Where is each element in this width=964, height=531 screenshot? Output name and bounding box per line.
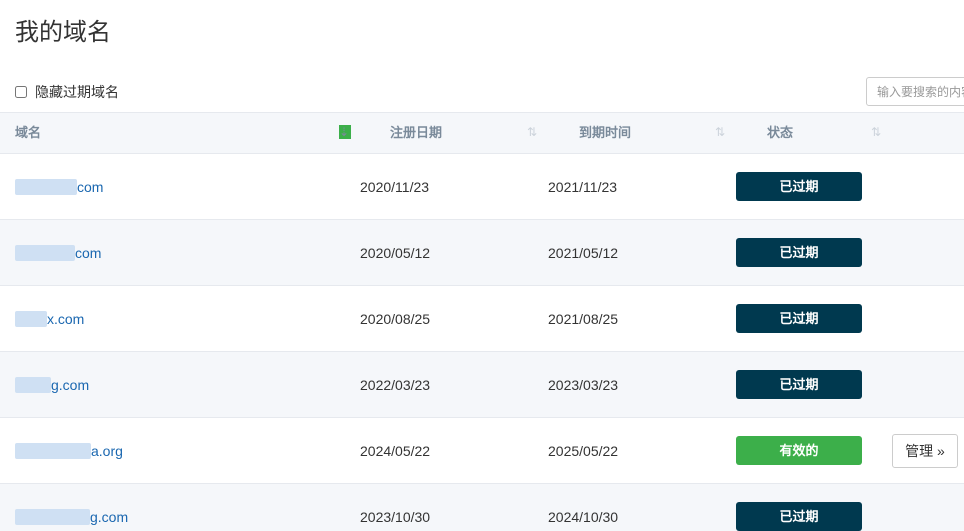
registered-date: 2020/11/23 [360,179,430,195]
column-header-domain[interactable]: 域名 [15,113,41,153]
expiry-date: 2021/11/23 [548,179,618,195]
domain-link[interactable]: g.com [15,377,89,394]
status-badge: 已过期 [736,172,862,201]
domain-link[interactable]: com [15,245,101,262]
expiry-date: 2021/08/25 [548,311,619,327]
registered-date: 2020/05/12 [360,245,431,261]
column-header-expires[interactable]: 到期时间 [579,113,631,153]
registered-date: 2024/05/22 [360,443,431,459]
redacted-text [15,509,90,526]
domain-link[interactable]: a.org [15,443,123,460]
sort-icon[interactable]: ⇅ [871,125,883,139]
search-input[interactable] [866,77,964,106]
column-header-status[interactable]: 状态 [767,113,793,153]
table-row: g.com 2022/03/23 2023/03/23 已过期 [0,352,964,418]
expiry-date: 2024/10/30 [548,509,619,525]
hide-expired-checkbox[interactable] [15,86,27,98]
table-row: com 2020/05/12 2021/05/12 已过期 [0,220,964,286]
status-badge: 已过期 [736,370,862,399]
column-header-registered[interactable]: 注册日期 [390,113,442,153]
table-row: x.com 2020/08/25 2021/08/25 已过期 [0,286,964,352]
status-badge: 已过期 [736,502,862,531]
domain-link[interactable]: g.com [15,509,128,526]
sort-asc-icon[interactable]: ⇣ [339,125,351,139]
table-header: 域名 ⇣ 注册日期 ⇅ 到期时间 ⇅ 状态 ⇅ [0,112,964,154]
status-badge: 已过期 [736,238,862,267]
hide-expired-label: 隐藏过期域名 [35,84,119,100]
domain-table-body: com 2020/11/23 2021/11/23 已过期 com 2020/0… [0,154,964,531]
redacted-text [15,179,77,196]
redacted-text [15,245,75,262]
sort-icon[interactable]: ⇅ [715,125,727,139]
status-badge: 有效的 [736,436,862,465]
redacted-text [15,443,91,460]
table-row: g.com 2023/10/30 2024/10/30 已过期 [0,484,964,531]
domain-link[interactable]: com [15,179,103,196]
redacted-text [15,377,51,394]
expiry-date: 2025/05/22 [548,443,619,459]
page-title: 我的域名 [15,19,111,46]
redacted-text [15,311,47,328]
hide-expired-filter[interactable]: 隐藏过期域名 [15,82,119,102]
sort-icon[interactable]: ⇅ [527,125,539,139]
status-badge: 已过期 [736,304,862,333]
domain-link[interactable]: x.com [15,311,84,328]
registered-date: 2023/10/30 [360,509,431,525]
expiry-date: 2021/05/12 [548,245,619,261]
expiry-date: 2023/03/23 [548,377,619,393]
registered-date: 2022/03/23 [360,377,431,393]
table-row: com 2020/11/23 2021/11/23 已过期 [0,154,964,220]
table-row: a.org 2024/05/22 2025/05/22 有效的 管理 » [0,418,964,484]
manage-button[interactable]: 管理 » [892,434,958,468]
registered-date: 2020/08/25 [360,311,431,327]
